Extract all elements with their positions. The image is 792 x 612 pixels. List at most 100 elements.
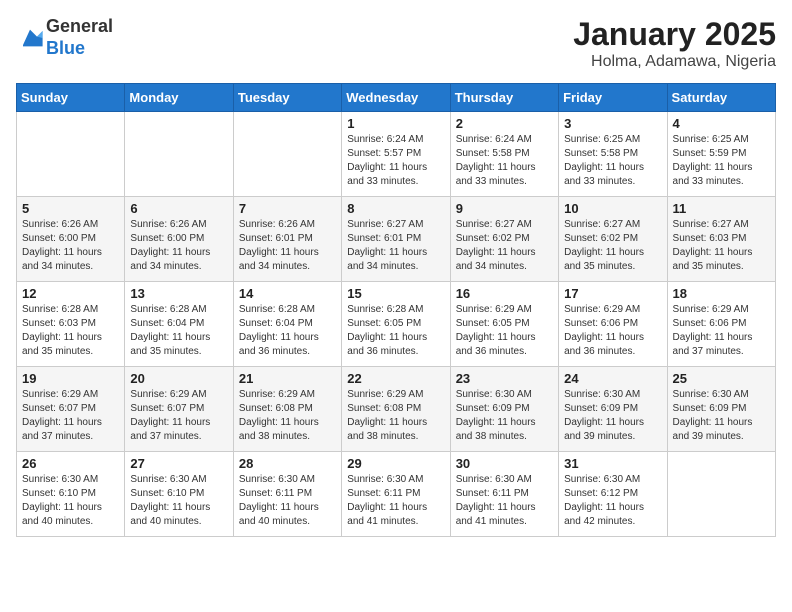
day-number: 21: [239, 371, 336, 386]
calendar-cell: 19 Sunrise: 6:29 AM Sunset: 6:07 PM Dayli…: [17, 367, 125, 452]
day-number: 11: [673, 201, 770, 216]
day-number: 16: [456, 286, 553, 301]
day-info: Sunrise: 6:29 AM Sunset: 6:08 PM Dayligh…: [239, 388, 336, 444]
day-info: Sunrise: 6:30 AM Sunset: 6:10 PM Dayligh…: [130, 473, 227, 529]
calendar-cell: 13 Sunrise: 6:28 AM Sunset: 6:04 PM Dayli…: [125, 282, 233, 367]
day-info: Sunrise: 6:29 AM Sunset: 6:06 PM Dayligh…: [564, 303, 661, 359]
calendar-week-row: 5 Sunrise: 6:26 AM Sunset: 6:00 PM Daylig…: [17, 197, 776, 282]
calendar-cell: [125, 112, 233, 197]
weekday-header: Thursday: [450, 84, 558, 112]
day-number: 24: [564, 371, 661, 386]
day-number: 14: [239, 286, 336, 301]
day-number: 13: [130, 286, 227, 301]
day-info: Sunrise: 6:27 AM Sunset: 6:01 PM Dayligh…: [347, 218, 444, 274]
day-info: Sunrise: 6:24 AM Sunset: 5:58 PM Dayligh…: [456, 133, 553, 189]
calendar-cell: 31 Sunrise: 6:30 AM Sunset: 6:12 PM Dayli…: [559, 452, 667, 537]
title-section: January 2025 Holma, Adamawa, Nigeria: [573, 16, 776, 71]
day-info: Sunrise: 6:25 AM Sunset: 5:59 PM Dayligh…: [673, 133, 770, 189]
day-info: Sunrise: 6:28 AM Sunset: 6:04 PM Dayligh…: [239, 303, 336, 359]
calendar-cell: 7Sunrise: 6:26 AM Sunset: 6:01 PM Daylig…: [233, 197, 341, 282]
day-number: 3: [564, 116, 661, 131]
weekday-header: Friday: [559, 84, 667, 112]
day-info: Sunrise: 6:29 AM Sunset: 6:05 PM Dayligh…: [456, 303, 553, 359]
logo: General Blue: [16, 16, 113, 59]
day-info: Sunrise: 6:29 AM Sunset: 6:07 PM Dayligh…: [22, 388, 119, 444]
day-number: 2: [456, 116, 553, 131]
day-number: 5: [22, 201, 119, 216]
day-info: Sunrise: 6:28 AM Sunset: 6:03 PM Dayligh…: [22, 303, 119, 359]
calendar-week-row: 19 Sunrise: 6:29 AM Sunset: 6:07 PM Dayli…: [17, 367, 776, 452]
calendar-cell: [667, 452, 775, 537]
calendar-cell: 8Sunrise: 6:27 AM Sunset: 6:01 PM Daylig…: [342, 197, 450, 282]
day-number: 26: [22, 456, 119, 471]
calendar-cell: 29 Sunrise: 6:30 AM Sunset: 6:11 PM Dayli…: [342, 452, 450, 537]
weekday-header: Monday: [125, 84, 233, 112]
day-number: 29: [347, 456, 444, 471]
calendar-cell: 24Sunrise: 6:30 AM Sunset: 6:09 PM Dayli…: [559, 367, 667, 452]
calendar-title: January 2025: [573, 16, 776, 53]
calendar-cell: 17Sunrise: 6:29 AM Sunset: 6:06 PM Dayli…: [559, 282, 667, 367]
day-number: 12: [22, 286, 119, 301]
day-number: 28: [239, 456, 336, 471]
day-info: Sunrise: 6:30 AM Sunset: 6:12 PM Dayligh…: [564, 473, 661, 529]
day-info: Sunrise: 6:26 AM Sunset: 6:00 PM Dayligh…: [22, 218, 119, 274]
day-info: Sunrise: 6:30 AM Sunset: 6:11 PM Dayligh…: [456, 473, 553, 529]
weekday-header: Saturday: [667, 84, 775, 112]
day-info: Sunrise: 6:28 AM Sunset: 6:04 PM Dayligh…: [130, 303, 227, 359]
logo-blue: Blue: [46, 38, 113, 60]
day-number: 4: [673, 116, 770, 131]
calendar-cell: 26 Sunrise: 6:30 AM Sunset: 6:10 PM Dayli…: [17, 452, 125, 537]
calendar-cell: 10Sunrise: 6:27 AM Sunset: 6:02 PM Dayli…: [559, 197, 667, 282]
day-info: Sunrise: 6:30 AM Sunset: 6:09 PM Dayligh…: [673, 388, 770, 444]
day-number: 19: [22, 371, 119, 386]
day-info: Sunrise: 6:25 AM Sunset: 5:58 PM Dayligh…: [564, 133, 661, 189]
calendar-cell: 16 Sunrise: 6:29 AM Sunset: 6:05 PM Dayli…: [450, 282, 558, 367]
day-number: 9: [456, 201, 553, 216]
day-number: 22: [347, 371, 444, 386]
day-info: Sunrise: 6:29 AM Sunset: 6:08 PM Dayligh…: [347, 388, 444, 444]
weekday-header: Wednesday: [342, 84, 450, 112]
weekday-header: Sunday: [17, 84, 125, 112]
page-header: General Blue January 2025 Holma, Adamawa…: [16, 16, 776, 71]
calendar-header: SundayMondayTuesdayWednesdayThursdayFrid…: [17, 84, 776, 112]
calendar-week-row: 26 Sunrise: 6:30 AM Sunset: 6:10 PM Dayli…: [17, 452, 776, 537]
calendar-cell: 21 Sunrise: 6:29 AM Sunset: 6:08 PM Dayli…: [233, 367, 341, 452]
day-info: Sunrise: 6:27 AM Sunset: 6:03 PM Dayligh…: [673, 218, 770, 274]
day-number: 10: [564, 201, 661, 216]
calendar-cell: 11 Sunrise: 6:27 AM Sunset: 6:03 PM Dayli…: [667, 197, 775, 282]
day-info: Sunrise: 6:30 AM Sunset: 6:11 PM Dayligh…: [239, 473, 336, 529]
day-number: 23: [456, 371, 553, 386]
calendar-cell: 6 Sunrise: 6:26 AM Sunset: 6:00 PM Daylig…: [125, 197, 233, 282]
calendar-cell: 12 Sunrise: 6:28 AM Sunset: 6:03 PM Dayli…: [17, 282, 125, 367]
day-info: Sunrise: 6:29 AM Sunset: 6:06 PM Dayligh…: [673, 303, 770, 359]
calendar-cell: 2 Sunrise: 6:24 AM Sunset: 5:58 PM Daylig…: [450, 112, 558, 197]
day-number: 27: [130, 456, 227, 471]
day-info: Sunrise: 6:27 AM Sunset: 6:02 PM Dayligh…: [456, 218, 553, 274]
day-number: 20: [130, 371, 227, 386]
day-info: Sunrise: 6:28 AM Sunset: 6:05 PM Dayligh…: [347, 303, 444, 359]
calendar-cell: 22 Sunrise: 6:29 AM Sunset: 6:08 PM Dayli…: [342, 367, 450, 452]
calendar-cell: 23Sunrise: 6:30 AM Sunset: 6:09 PM Dayli…: [450, 367, 558, 452]
logo-general: General: [46, 16, 113, 38]
day-number: 31: [564, 456, 661, 471]
calendar-cell: 25Sunrise: 6:30 AM Sunset: 6:09 PM Dayli…: [667, 367, 775, 452]
day-info: Sunrise: 6:29 AM Sunset: 6:07 PM Dayligh…: [130, 388, 227, 444]
day-info: Sunrise: 6:30 AM Sunset: 6:11 PM Dayligh…: [347, 473, 444, 529]
calendar-cell: 14 Sunrise: 6:28 AM Sunset: 6:04 PM Dayli…: [233, 282, 341, 367]
calendar-table: SundayMondayTuesdayWednesdayThursdayFrid…: [16, 83, 776, 537]
calendar-week-row: 12 Sunrise: 6:28 AM Sunset: 6:03 PM Dayli…: [17, 282, 776, 367]
weekday-row: SundayMondayTuesdayWednesdayThursdayFrid…: [17, 84, 776, 112]
day-info: Sunrise: 6:30 AM Sunset: 6:10 PM Dayligh…: [22, 473, 119, 529]
calendar-cell: [17, 112, 125, 197]
calendar-cell: 18 Sunrise: 6:29 AM Sunset: 6:06 PM Dayli…: [667, 282, 775, 367]
calendar-cell: 15Sunrise: 6:28 AM Sunset: 6:05 PM Dayli…: [342, 282, 450, 367]
calendar-week-row: 1Sunrise: 6:24 AM Sunset: 5:57 PM Daylig…: [17, 112, 776, 197]
calendar-cell: 1Sunrise: 6:24 AM Sunset: 5:57 PM Daylig…: [342, 112, 450, 197]
calendar-cell: 20 Sunrise: 6:29 AM Sunset: 6:07 PM Dayli…: [125, 367, 233, 452]
day-info: Sunrise: 6:26 AM Sunset: 6:00 PM Dayligh…: [130, 218, 227, 274]
calendar-body: 1Sunrise: 6:24 AM Sunset: 5:57 PM Daylig…: [17, 112, 776, 537]
day-number: 18: [673, 286, 770, 301]
day-number: 6: [130, 201, 227, 216]
calendar-cell: [233, 112, 341, 197]
day-number: 1: [347, 116, 444, 131]
